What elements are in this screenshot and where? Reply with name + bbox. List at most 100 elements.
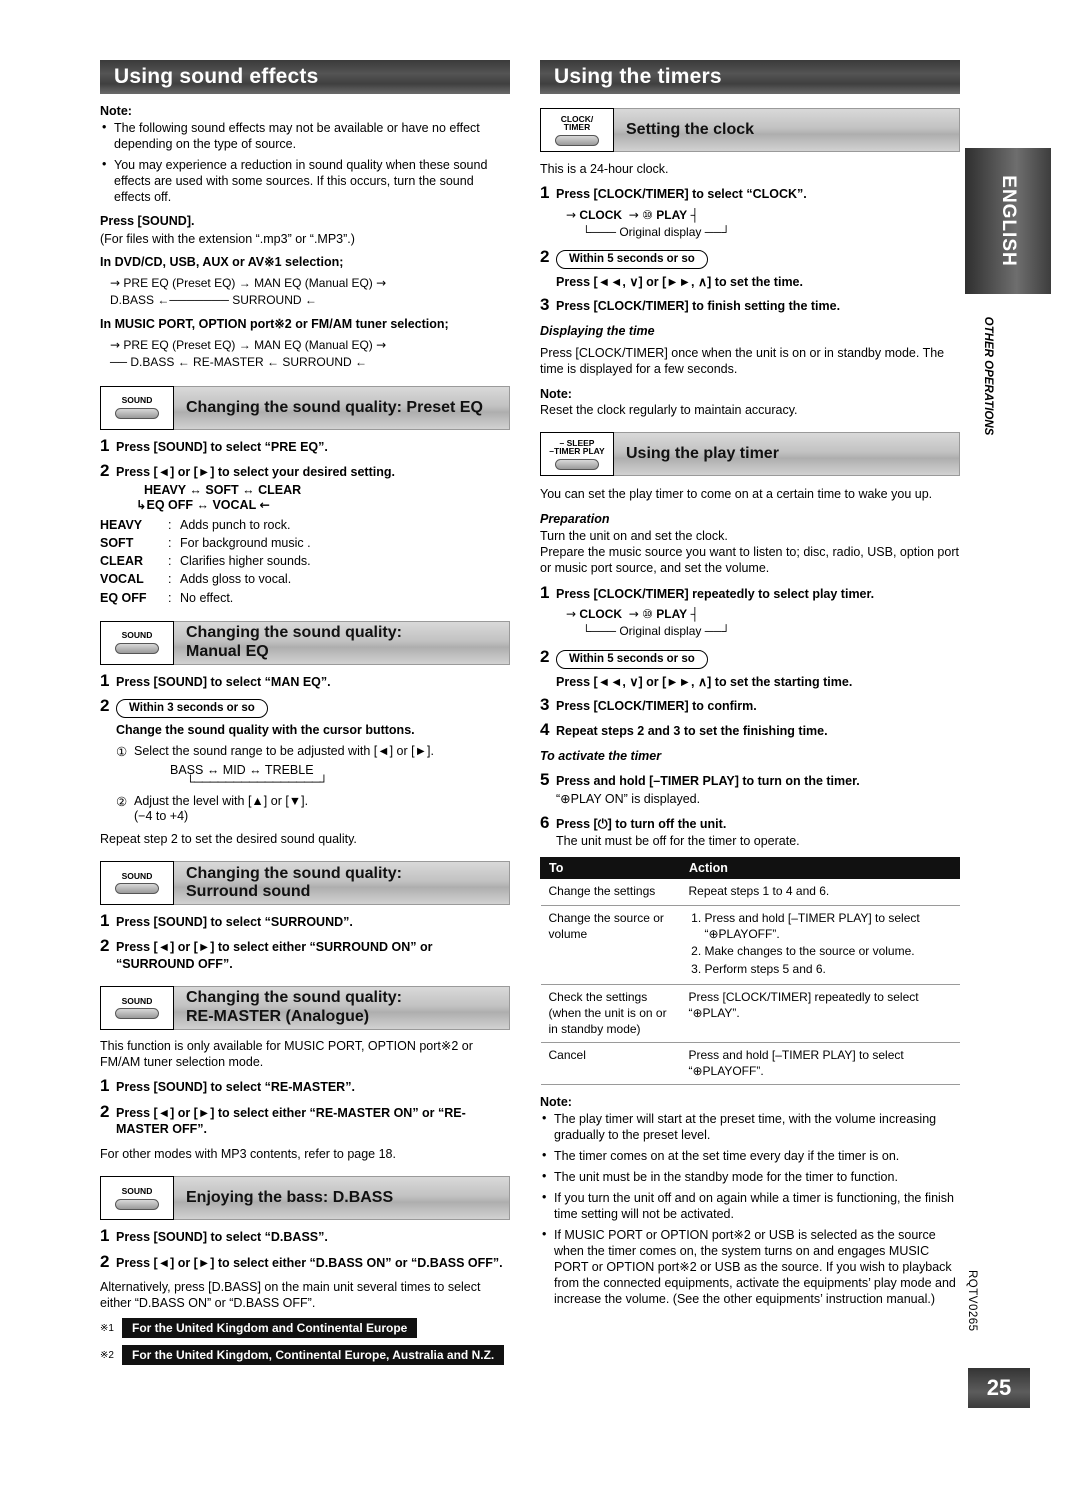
step: 2 Press [◄] or [►] to select either “SUR… <box>100 937 510 972</box>
table-cell-action: Repeat steps 1 to 4 and 6. <box>680 878 960 907</box>
step-number: 3 <box>540 295 550 315</box>
step: 3 Press [CLOCK/TIMER] to finish setting … <box>540 296 960 314</box>
preset-cycle-2: ↳EQ OFF ↔ VOCAL ← <box>136 497 270 513</box>
manual-page: Using sound effects Note: The following … <box>0 0 1080 1491</box>
step-text: Press [CLOCK/TIMER] to confirm. <box>556 698 757 713</box>
definition-row: EQ OFF: No effect. <box>100 589 510 607</box>
step: 2 Press [◄] or [►] to select your desire… <box>100 462 510 480</box>
footnote-mark-1: ※1 <box>100 1322 114 1334</box>
banner-title: Using sound effects <box>114 65 319 88</box>
step-text: Press and hold [–TIMER PLAY] to turn on … <box>556 774 860 789</box>
subsection-remaster: SOUND Changing the sound quality: RE-MAS… <box>100 985 510 1030</box>
step-text: Press [SOUND] to select “RE-MASTER”. <box>116 1080 355 1095</box>
sound-button-label: SOUND <box>121 995 153 1006</box>
step: 5 Press and hold [–TIMER PLAY] to turn o… <box>540 771 960 789</box>
step-text: Within 3 seconds or so <box>116 697 268 718</box>
button-pill <box>115 883 159 895</box>
subsection-title-line1: Changing the sound quality: <box>186 864 402 882</box>
step-text: Press [◄] or [►] to select either “SURRO… <box>116 940 433 971</box>
step-number: 1 <box>100 911 110 931</box>
manual-sub-1: ① Select the sound range to be adjusted … <box>116 744 510 759</box>
step-number: 5 <box>540 770 550 790</box>
flow-clock: CLOCK <box>579 207 623 222</box>
preparation-line-1: Turn the unit on and set the clock. <box>540 528 728 543</box>
flow-clock: CLOCK <box>579 606 623 621</box>
manual-range-underline: └────────────────┘ <box>186 774 328 789</box>
timing-badge: Within 5 seconds or so <box>556 649 708 669</box>
step-number: 6 <box>540 812 550 832</box>
sound-button-label: SOUND <box>121 1186 153 1197</box>
subsection-preset-eq: SOUND Changing the sound quality: Preset… <box>100 385 510 430</box>
button-pill <box>115 1198 159 1210</box>
step-text: Repeat steps 2 and 3 to set the finishin… <box>556 723 828 738</box>
list-item: Press and hold [–TIMER PLAY] to select “… <box>705 911 952 942</box>
step-number: 2 <box>540 247 550 267</box>
step-number: 1 <box>100 670 110 690</box>
subsection-title-line1: Changing the sound quality: <box>186 989 402 1007</box>
sound-button-icon: SOUND <box>100 985 174 1030</box>
left-column: Using sound effects Note: The following … <box>100 60 510 1366</box>
step-text: Within 5 seconds or so <box>556 648 708 669</box>
step: 2 Within 5 seconds or so <box>540 648 960 669</box>
flow-line: └─── Original display ──┘ <box>582 224 731 239</box>
subsection-title-line1: Changing the sound quality: <box>186 624 402 642</box>
playtimer-step2-text: Press [◄◄, ∨] or [►►, ∧] to set the star… <box>556 674 853 689</box>
selection-2-flow: → PRE EQ (Preset EQ) → MAN EQ (Manual EQ… <box>110 337 510 372</box>
playtimer-note-list: The play timer will start at the preset … <box>540 1110 960 1307</box>
definition-key: EQ OFF <box>100 590 147 605</box>
document-code: RQTV0265 <box>966 1270 978 1332</box>
definition-value: For background music . <box>180 536 311 551</box>
step-number: 2 <box>100 695 110 715</box>
step-text: Press [◄] or [►] to select your desired … <box>116 464 395 479</box>
step: 1 Press [SOUND] to select “D.BASS”. <box>100 1227 510 1245</box>
step-number: 2 <box>100 1251 110 1271</box>
list-item: You may experience a reduction in sound … <box>100 156 510 205</box>
step: 4 Repeat steps 2 and 3 to set the finish… <box>540 721 960 739</box>
definition-row: VOCAL: Adds gloss to vocal. <box>100 570 510 588</box>
timer-actions-table: To Action Change the settings Repeat ste… <box>540 857 960 1086</box>
flow-line: → CLOCK → ⑩ PLAY ┤ <box>566 207 700 222</box>
definition-row: CLEAR: Clarifies higher sounds. <box>100 552 510 570</box>
section-banner-timers: Using the timers <box>540 60 960 94</box>
definition-value: Adds punch to rock. <box>180 518 291 533</box>
flow-original-display: Original display <box>619 624 702 639</box>
definition-key: SOFT <box>100 536 134 551</box>
subsection-title-bar: Changing the sound quality: Preset EQ <box>174 385 510 430</box>
clock-timer-cap-line2: TIMER <box>563 122 591 132</box>
timer-play-cap-line2: –TIMER PLAY <box>549 446 605 457</box>
subsection-title: Setting the clock <box>626 121 755 138</box>
manual-step2-text: Change the sound quality with the cursor… <box>116 722 415 737</box>
subsection-title-bar: Using the play timer <box>614 432 960 477</box>
playtimer-note-label: Note: <box>540 1095 572 1110</box>
subsection-title: Using the play timer <box>626 445 779 463</box>
clock-note-label: Note: <box>540 387 572 402</box>
clock-timer-button-icon: CLOCK/ TIMER <box>540 108 614 152</box>
step: 2 Press [◄] or [►] to select either “RE-… <box>100 1103 510 1138</box>
press-sound-instruction: Press [SOUND]. <box>100 214 195 228</box>
table-row: Check the settings (when the unit is on … <box>540 984 960 1044</box>
manual-sub-2-range: (−4 to +4) <box>134 808 189 823</box>
subsection-title-bar: Setting the clock <box>614 108 960 152</box>
step-number: 1 <box>100 1226 110 1246</box>
footnote-text-2: For the United Kingdom, Continental Euro… <box>122 1345 505 1366</box>
playtimer-intro: You can set the play timer to come on at… <box>540 487 933 502</box>
step: 1 Press [SOUND] to select “RE-MASTER”. <box>100 1077 510 1095</box>
table-row: Change the settings Repeat steps 1 to 4 … <box>540 878 960 907</box>
banner-title: Using the timers <box>554 65 722 88</box>
footnote-mark-2: ※2 <box>100 1349 114 1361</box>
step-number: 1 <box>540 582 550 602</box>
timer-play-button-icon: – SLEEP –TIMER PLAY <box>540 432 614 477</box>
right-column: Using the timers CLOCK/ TIMER Setting th… <box>540 60 960 1312</box>
playtimer-flow-diagram: → CLOCK → ⑩ PLAY ┤ └─── Original display… <box>566 606 960 641</box>
subsection-manual-eq: SOUND Changing the sound quality: Manual… <box>100 620 510 665</box>
subsection-setting-clock: CLOCK/ TIMER Setting the clock <box>540 108 960 152</box>
flow-line: → PRE EQ (Preset EQ) → MAN EQ (Manual EQ… <box>110 275 387 290</box>
step-text: Within 5 seconds or so <box>556 248 708 270</box>
preset-cycle-1: HEAVY ↔ SOFT ↔ CLEAR <box>144 483 302 498</box>
subsection-title-bar: Enjoying the bass: D.BASS <box>174 1176 510 1221</box>
table-cell-to: Cancel <box>540 1042 681 1086</box>
subsection-title-line2: Manual EQ <box>186 642 269 660</box>
sound-button-icon: SOUND <box>100 620 174 665</box>
step-text: Press [SOUND] to select “PRE EQ”. <box>116 439 328 454</box>
list-item: The following sound effects may not be a… <box>100 119 510 152</box>
